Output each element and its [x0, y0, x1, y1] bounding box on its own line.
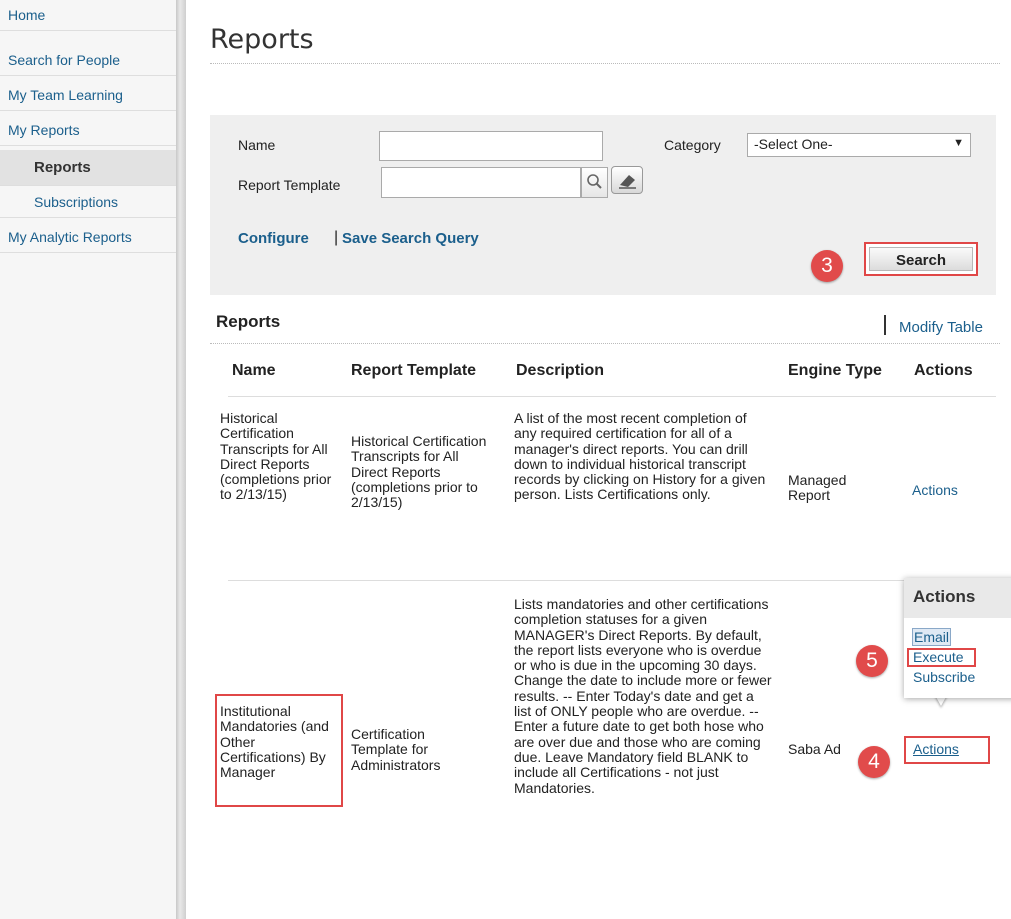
row-1-template: Historical Certification Transcripts for… [351, 433, 487, 511]
modify-table-link[interactable]: Modify Table [899, 319, 983, 336]
actions-email-item[interactable]: Email [912, 628, 952, 646]
report-template-input[interactable] [381, 167, 581, 198]
col-header-actions: Actions [914, 362, 973, 379]
sidebar-item-my-team-learning[interactable]: My Team Learning [0, 80, 176, 111]
row-2-template: Certification Template for Administrator… [351, 726, 441, 773]
row-2-actions-link[interactable]: Actions [913, 741, 959, 757]
actions-popup-title: Actions [913, 587, 976, 606]
title-divider [210, 63, 1000, 64]
row-1-name: Historical Certification Transcripts for… [220, 410, 332, 503]
category-selected-value: -Select One- [754, 136, 833, 152]
step-badge-3: 3 [811, 250, 843, 282]
actions-subscribe-item[interactable]: Subscribe [913, 669, 975, 685]
chevron-down-icon: ▼ [953, 137, 964, 149]
category-label: Category [664, 137, 721, 153]
clear-icon[interactable] [611, 166, 643, 194]
header-rule [228, 396, 996, 397]
category-select[interactable]: -Select One- ▼ [747, 133, 971, 157]
search-button[interactable]: Search [869, 247, 973, 271]
search-button-highlight: Search [864, 242, 978, 276]
col-header-engine-type[interactable]: Engine Type [788, 362, 882, 380]
sidebar-item-home[interactable]: Home [0, 0, 176, 31]
row-1-description: A list of the most recent completion of … [514, 410, 766, 503]
report-template-label: Report Template [238, 177, 341, 193]
row-2-description: Lists mandatories and other certificatio… [514, 596, 772, 796]
sidebar-item-my-analytic-reports[interactable]: My Analytic Reports [0, 222, 176, 253]
reports-section-title: Reports [216, 312, 281, 331]
page-title: Reports [210, 24, 314, 55]
row-rule [228, 580, 996, 581]
actions-execute-item[interactable]: Execute [913, 649, 964, 665]
row-1-engine: Managed Report [788, 472, 847, 504]
modify-separator [884, 315, 886, 335]
sidebar-splitter[interactable] [176, 0, 186, 919]
sidebar-item-reports[interactable]: Reports [0, 150, 176, 186]
row-2-name[interactable]: Institutional Mandatories (and Other Cer… [220, 703, 340, 780]
name-input[interactable] [379, 131, 603, 161]
reports-divider [210, 343, 1000, 344]
col-header-name[interactable]: Name [232, 362, 276, 380]
row-1-actions-link[interactable]: Actions [912, 482, 958, 498]
row-2-engine: Saba Ad [788, 741, 841, 757]
sidebar-item-search-for-people[interactable]: Search for People [0, 45, 176, 76]
step-badge-5: 5 [856, 645, 888, 677]
col-header-description[interactable]: Description [516, 362, 604, 380]
link-separator: | [334, 229, 339, 246]
configure-link[interactable]: Configure [238, 230, 309, 247]
sidebar-item-my-reports[interactable]: My Reports [0, 115, 176, 146]
save-search-query-link[interactable]: Save Search Query [342, 230, 479, 247]
search-icon[interactable] [581, 167, 608, 198]
sidebar-item-subscriptions[interactable]: Subscriptions [0, 187, 176, 218]
sidebar: Home Search for People My Team Learning … [0, 0, 181, 919]
col-header-report-template[interactable]: Report Template [351, 362, 476, 380]
name-label: Name [238, 137, 276, 153]
step-badge-4: 4 [858, 746, 890, 778]
